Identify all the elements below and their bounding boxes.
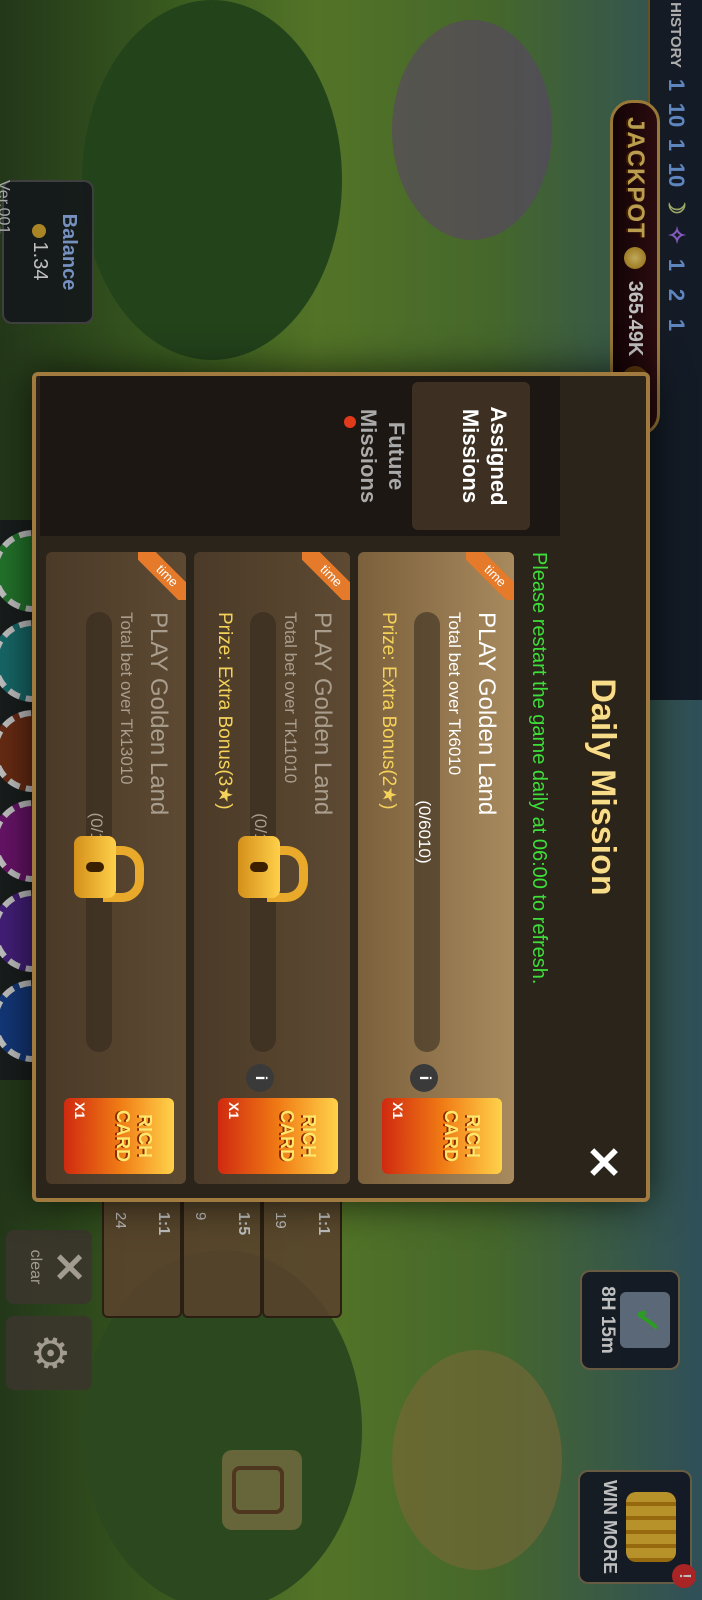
mission-card[interactable]: time PLAY Golden Land Total bet over Tk6…: [358, 552, 514, 1184]
mission-card[interactable]: time PLAY Golden Land Total bet over Tk1…: [46, 552, 186, 1184]
mission-title: PLAY Golden Land: [473, 612, 500, 816]
tab-assigned-missions[interactable]: Assigned Missions: [412, 382, 530, 530]
notification-dot: [344, 416, 356, 428]
rich-card-title: RICH CARD: [277, 1110, 319, 1162]
rich-card-title: RICH CARD: [113, 1110, 155, 1162]
rich-card-title: RICH CARD: [441, 1110, 483, 1162]
mission-prize: Prize: Extra Bonus(3★): [214, 612, 235, 810]
mission-prize: Prize: Extra Bonus(2★): [378, 612, 399, 810]
game-screen: HISTORY 1 10 1X2 10 ☽ ✧ 1 2X5 1 JACKPOT …: [0, 0, 702, 1600]
dialog-title: Daily Mission: [584, 678, 622, 896]
reward-multiplier: X1: [72, 1102, 88, 1120]
info-icon[interactable]: i: [246, 1064, 274, 1092]
rich-card-reward: RICH CARD X1: [382, 1098, 502, 1174]
refresh-notice: Please restart the game daily at 06:00 t…: [528, 552, 550, 985]
mission-description: Total bet over Tk6010: [445, 612, 464, 776]
progress-text: (0/6010): [415, 800, 434, 864]
rich-card-reward: RICH CARD X1: [64, 1098, 174, 1174]
mission-title: PLAY Golden Land: [309, 612, 336, 816]
info-icon[interactable]: i: [410, 1064, 438, 1092]
time-ribbon: time: [302, 552, 350, 600]
daily-mission-dialog: Daily Mission ✕ Assigned Missions Future…: [32, 372, 650, 1202]
mission-title: PLAY Golden Land: [145, 612, 172, 816]
time-ribbon: time: [138, 552, 186, 600]
reward-multiplier: X1: [390, 1102, 406, 1120]
tab-future-missions[interactable]: Future Missions: [354, 382, 410, 530]
time-ribbon: time: [466, 552, 514, 600]
lock-icon: [238, 832, 308, 902]
mission-tabs: Assigned Missions Future Missions: [40, 376, 560, 536]
mission-card[interactable]: time PLAY Golden Land Total bet over Tk1…: [194, 552, 350, 1184]
close-button[interactable]: ✕: [576, 1136, 628, 1188]
lock-icon: [74, 832, 144, 902]
mission-description: Total bet over Tk11010: [281, 612, 300, 784]
mission-description: Total bet over Tk13010: [117, 612, 136, 785]
rich-card-reward: RICH CARD X1: [218, 1098, 338, 1174]
reward-multiplier: X1: [226, 1102, 242, 1120]
